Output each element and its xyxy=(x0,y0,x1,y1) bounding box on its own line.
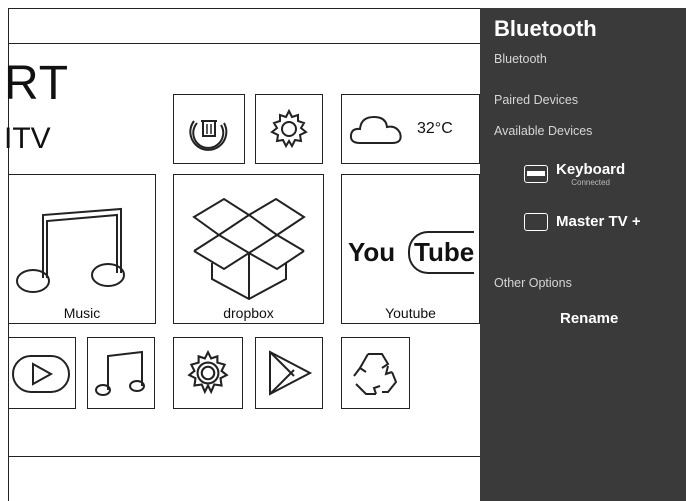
bottom-divider xyxy=(8,456,480,457)
music-tile-label: Music xyxy=(63,305,101,321)
youtube-tile-label: Youtube xyxy=(385,305,436,321)
paired-devices-item[interactable]: Paired Devices xyxy=(494,93,578,107)
top-border xyxy=(8,8,480,9)
music-note-icon xyxy=(95,350,145,396)
play-button-icon xyxy=(12,355,70,393)
bluetooth-panel: Bluetooth Bluetooth Paired Devices Avail… xyxy=(480,8,686,501)
youtube-app-tile[interactable]: You Tube Youtube xyxy=(341,174,480,324)
brand-logo-line2: ITV xyxy=(4,122,51,155)
other-options-header: Other Options xyxy=(494,276,572,290)
temperature-readout: 32°C xyxy=(417,120,453,137)
bluetooth-toggle-item[interactable]: Bluetooth xyxy=(494,52,547,66)
trash-cleaner-icon xyxy=(189,120,228,151)
device-name: Master TV + xyxy=(556,213,641,231)
top-divider xyxy=(8,43,480,44)
youtube-logo-tube: Tube xyxy=(408,231,475,274)
youtube-logo-you: You xyxy=(348,237,396,267)
dropbox-app-tile[interactable]: dropbox xyxy=(173,174,324,324)
device-keyboard[interactable]: Keyboard Connected xyxy=(524,162,625,187)
cleaner-app-tile[interactable] xyxy=(173,94,245,164)
panel-title: Bluetooth xyxy=(494,16,597,41)
gear-icon xyxy=(270,108,308,149)
system-settings-tile[interactable] xyxy=(173,337,243,409)
keyboard-icon xyxy=(524,165,548,184)
tv-icon xyxy=(524,213,548,231)
gear-icon xyxy=(187,349,229,395)
cloud-icon xyxy=(349,115,402,144)
available-devices-item[interactable]: Available Devices xyxy=(494,124,592,138)
play-store-tile[interactable] xyxy=(255,337,323,409)
device-master-tv[interactable]: Master TV + xyxy=(524,213,641,231)
dropbox-tile-label: dropbox xyxy=(223,305,274,321)
music-app-tile[interactable]: Music xyxy=(8,174,156,324)
music-player-tile[interactable] xyxy=(87,337,155,409)
device-name: Keyboard xyxy=(556,161,626,178)
dropbox-icon xyxy=(192,197,306,301)
play-store-icon xyxy=(269,350,313,396)
rename-button[interactable]: Rename xyxy=(560,310,618,327)
settings-app-tile[interactable] xyxy=(255,94,323,164)
brand-logo-line1: RT xyxy=(4,57,70,110)
weather-widget-tile[interactable]: 32°C xyxy=(341,94,480,164)
music-note-icon xyxy=(16,207,125,293)
recycle-app-tile[interactable] xyxy=(341,337,410,409)
video-player-tile[interactable] xyxy=(8,337,76,409)
device-status: Connected xyxy=(571,177,610,187)
recycle-icon xyxy=(353,353,398,395)
